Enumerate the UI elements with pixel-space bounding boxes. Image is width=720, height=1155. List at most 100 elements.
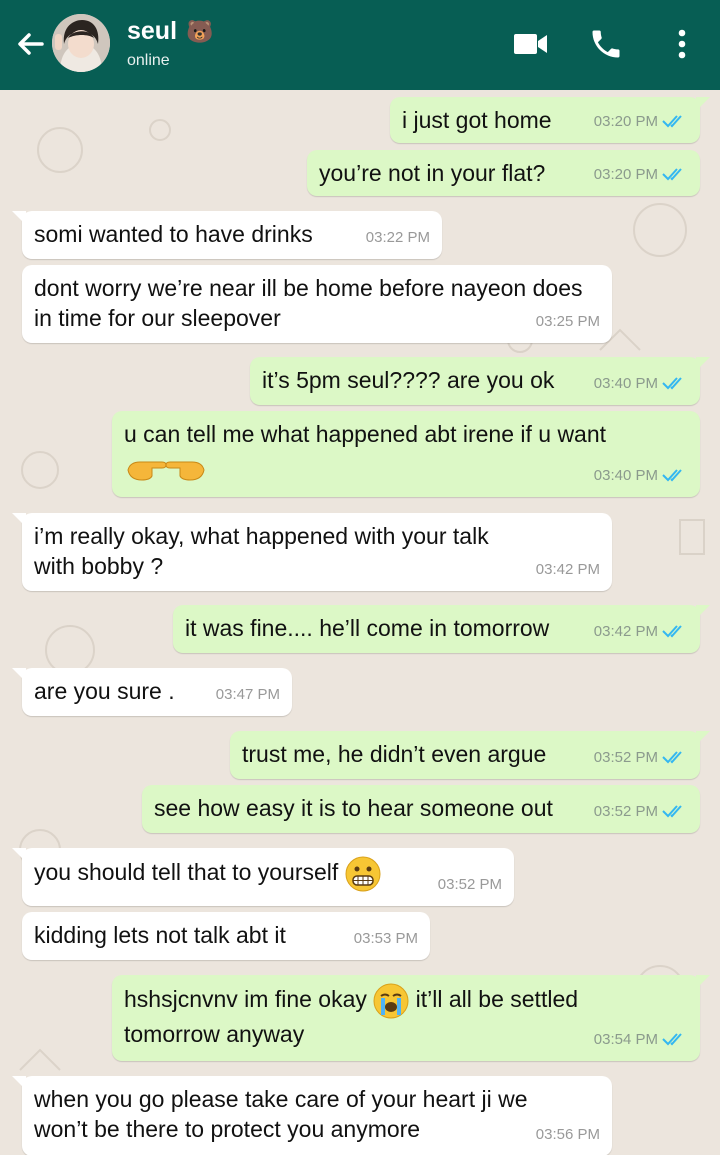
outgoing-message[interactable]: it was fine.... he’ll come in tomorrow 03… [173, 605, 710, 653]
contact-name[interactable]: seul 🐻 [127, 17, 213, 46]
message-line: kidding lets not talk abt it [34, 922, 286, 948]
message-text: hshsjcnvnv im fine okay it’ll all be set… [124, 983, 578, 1049]
read-ticks-icon [662, 625, 682, 638]
outgoing-message[interactable]: trust me, he didn’t even argue 03:52 PM [230, 731, 710, 779]
message-line: i just got home [402, 107, 552, 133]
bubble-tail [696, 97, 710, 111]
message-text: kidding lets not talk abt it [34, 920, 286, 950]
message-timestamp: 03:52 PM [594, 797, 688, 827]
message-text: dont worry we’re near ill be home before… [34, 273, 583, 333]
incoming-message[interactable]: somi wanted to have drinks 03:22 PM [12, 211, 442, 259]
message-line: tomorrow anyway [124, 1021, 305, 1047]
pointing-fingers-emoji [127, 461, 205, 481]
outgoing-message[interactable]: it’s 5pm seul???? are you ok 03:40 PM [250, 357, 710, 405]
bubble-tail [696, 357, 710, 371]
message-line: when you go please take care of your hea… [34, 1086, 528, 1112]
bubble-tail [12, 848, 26, 862]
timestamp-text: 03:20 PM [593, 113, 658, 130]
message-text: when you go please take care of your hea… [34, 1084, 528, 1144]
message-text: see how easy it is to hear someone out [154, 793, 553, 823]
outgoing-message[interactable]: hshsjcnvnv im fine okay it’ll all be set… [112, 975, 710, 1061]
message-text: you should tell that to yourself [34, 856, 381, 892]
timestamp-text: 03:40 PM [593, 467, 658, 484]
message-timestamp: 03:40 PM [594, 461, 688, 491]
bubble-tail [696, 731, 710, 745]
message-text: u can tell me what happened abt irene if… [124, 419, 606, 484]
bubble-tail [12, 668, 26, 682]
video-call-icon[interactable] [512, 31, 550, 57]
message-line: are you sure . [34, 678, 175, 704]
message-text: i just got home [402, 105, 552, 135]
read-ticks-icon [662, 469, 682, 482]
timestamp-text: 03:42 PM [593, 623, 658, 640]
outgoing-message[interactable]: see how easy it is to hear someone out 03… [142, 785, 700, 833]
bubble-tail [696, 975, 710, 989]
bubble-tail [12, 1076, 26, 1090]
read-ticks-icon [662, 805, 682, 818]
incoming-message[interactable]: dont worry we’re near ill be home before… [22, 265, 612, 343]
message-timestamp: 03:42 PM [536, 555, 600, 585]
incoming-message[interactable]: you should tell that to yourself 03:52 P… [12, 848, 514, 906]
message-timestamp: 03:22 PM [366, 223, 430, 253]
grimacing-emoji [345, 856, 381, 892]
timestamp-text: 03:40 PM [593, 375, 658, 392]
message-text: are you sure . [34, 676, 175, 706]
message-text: it was fine.... he’ll come in tomorrow [185, 613, 549, 643]
message-timestamp: 03:25 PM [536, 307, 600, 337]
read-ticks-icon [662, 115, 682, 128]
bubble-tail [12, 211, 26, 225]
message-timestamp: 03:54 PM [594, 1025, 688, 1055]
message-timestamp: 03:40 PM [594, 369, 688, 399]
timestamp-text: 03:56 PM [535, 1126, 600, 1143]
timestamp-text: 03:25 PM [535, 313, 600, 330]
contact-status: online [127, 52, 170, 69]
message-line: it’s 5pm seul???? are you ok [262, 367, 555, 393]
outgoing-message[interactable]: you’re not in your flat? 03:20 PM [307, 150, 700, 196]
timestamp-text: 03:52 PM [593, 803, 658, 820]
message-timestamp: 03:52 PM [438, 870, 502, 900]
message-line: trust me, he didn’t even argue [242, 741, 547, 767]
timestamp-text: 03:52 PM [437, 876, 502, 893]
message-line: with bobby ? [34, 553, 164, 579]
incoming-message[interactable]: kidding lets not talk abt it 03:53 PM [22, 912, 430, 960]
outgoing-message[interactable]: i just got home 03:20 PM [390, 97, 710, 143]
message-text: you’re not in your flat? [319, 158, 545, 188]
message-line: you’re not in your flat? [319, 160, 546, 186]
outgoing-message[interactable]: u can tell me what happened abt irene if… [112, 411, 700, 497]
message-text: it’s 5pm seul???? are you ok [262, 365, 554, 395]
timestamp-text: 03:52 PM [593, 749, 658, 766]
message-text: somi wanted to have drinks [34, 219, 313, 249]
timestamp-text: 03:47 PM [215, 686, 280, 703]
message-line: somi wanted to have drinks [34, 221, 313, 247]
message-line: it was fine.... he’ll come in tomorrow [185, 615, 550, 641]
message-line: i’m really okay, what happened with your… [34, 523, 489, 549]
phone-call-icon[interactable] [588, 26, 624, 62]
message-line: you should tell that to yourself [34, 856, 381, 892]
read-ticks-icon [662, 377, 682, 390]
message-timestamp: 03:56 PM [536, 1120, 600, 1150]
incoming-message[interactable]: are you sure . 03:47 PM [12, 668, 292, 716]
incoming-message[interactable]: i’m really okay, what happened with your… [12, 513, 612, 591]
message-line: hshsjcnvnv im fine okay it’ll all be set… [124, 983, 578, 1019]
message-timestamp: 03:47 PM [216, 680, 280, 710]
read-ticks-icon [662, 1033, 682, 1046]
bubble-tail [12, 513, 26, 527]
more-options-icon[interactable] [672, 28, 692, 60]
incoming-message[interactable]: when you go please take care of your hea… [12, 1076, 612, 1155]
message-line: won’t be there to protect you anymore [34, 1116, 421, 1142]
message-text: i’m really okay, what happened with your… [34, 521, 489, 581]
bubble-tail [696, 605, 710, 619]
timestamp-text: 03:54 PM [593, 1031, 658, 1048]
message-line: see how easy it is to hear someone out [154, 795, 553, 821]
message-line: dont worry we’re near ill be home before… [34, 275, 583, 301]
message-line: in time for our sleepover [34, 305, 281, 331]
timestamp-text: 03:22 PM [365, 229, 430, 246]
message-text: trust me, he didn’t even argue [242, 739, 546, 769]
timestamp-text: 03:53 PM [353, 930, 418, 947]
back-arrow-icon[interactable] [12, 26, 48, 62]
message-timestamp: 03:20 PM [594, 160, 688, 190]
message-timestamp: 03:52 PM [594, 743, 688, 773]
loudly-crying-emoji [373, 983, 409, 1019]
avatar[interactable] [52, 14, 110, 72]
message-line: u can tell me what happened abt irene if… [124, 421, 607, 447]
